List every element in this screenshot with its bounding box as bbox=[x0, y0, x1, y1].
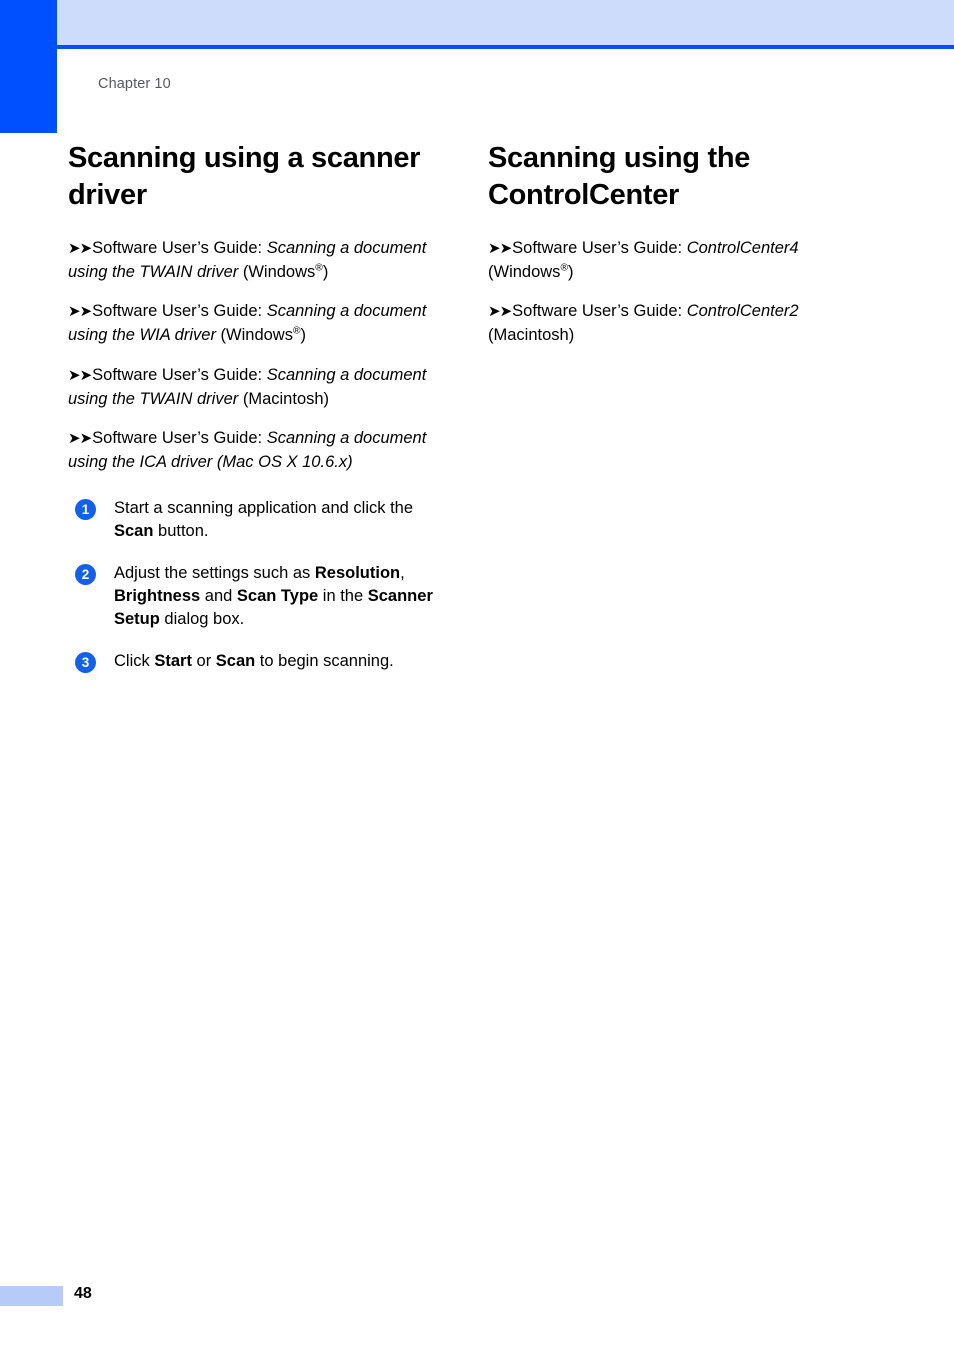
page-number: 48 bbox=[74, 1285, 92, 1302]
double-arrow-icon: ➤➤ bbox=[68, 239, 92, 257]
cross-reference-title: ControlCenter4 bbox=[686, 238, 799, 257]
step-ui-term: Resolution bbox=[314, 563, 401, 582]
step-number-badge: 2 bbox=[75, 563, 96, 585]
step-text-run: Start a scanning application and click t… bbox=[114, 498, 414, 517]
cross-reference-platform: (Windows bbox=[488, 262, 561, 281]
step-item: 1 Start a scanning application and click … bbox=[68, 497, 436, 544]
step-text-run: Click bbox=[114, 651, 155, 670]
chapter-label: Chapter 10 bbox=[98, 76, 171, 92]
cross-reference: ➤➤Software User’s Guide: Scanning a docu… bbox=[68, 363, 436, 412]
cross-reference: ➤➤Software User’s Guide: Scanning a docu… bbox=[68, 426, 436, 475]
step-list: 1 Start a scanning application and click … bbox=[68, 497, 436, 674]
cross-reference-platform-close: ) bbox=[322, 262, 329, 281]
step-text: Start a scanning application and click t… bbox=[114, 499, 413, 540]
step-item: 2 Adjust the settings such as Resolution,… bbox=[68, 562, 436, 632]
right-column: Scanning using the ControlCenter ➤➤Softw… bbox=[488, 140, 856, 363]
footer-accent-bar bbox=[0, 1286, 63, 1306]
step-ui-term: Scan bbox=[114, 522, 154, 541]
header-band bbox=[57, 0, 954, 45]
cross-reference-source: Software User’s Guide: bbox=[92, 429, 267, 448]
double-arrow-icon: ➤➤ bbox=[68, 303, 92, 321]
step-text-run: and bbox=[200, 586, 237, 605]
step-item: 3 Click Start or Scan to begin scanning. bbox=[68, 650, 436, 673]
step-text-run: in the bbox=[318, 586, 368, 605]
double-arrow-icon: ➤➤ bbox=[68, 430, 92, 448]
xref-list-right: ➤➤Software User’s Guide: ControlCenter4 … bbox=[488, 236, 856, 348]
step-ui-term: Brightness bbox=[114, 586, 201, 605]
cross-reference-source: Software User’s Guide: bbox=[92, 302, 267, 321]
step-number-badge: 1 bbox=[75, 498, 96, 520]
cross-reference-platform: (Windows bbox=[215, 326, 293, 345]
double-arrow-icon: ➤➤ bbox=[488, 303, 512, 321]
step-ui-term: Scan Type bbox=[236, 586, 319, 605]
registered-trademark-icon: ® bbox=[560, 262, 568, 274]
cross-reference-source: Software User’s Guide: bbox=[92, 238, 267, 257]
step-text-run: or bbox=[191, 651, 216, 670]
step-text-run: Adjust the settings such as bbox=[114, 563, 315, 582]
xref-list-left: ➤➤Software User’s Guide: Scanning a docu… bbox=[68, 236, 436, 475]
left-column: Scanning using a scanner driver ➤➤Softwa… bbox=[68, 140, 436, 691]
cross-reference: ➤➤Software User’s Guide: ControlCenter4 … bbox=[488, 236, 856, 285]
step-text-run: dialog box. bbox=[159, 610, 245, 629]
cross-reference-platform: (Macintosh) bbox=[488, 326, 575, 345]
cross-reference-platform: (Windows bbox=[238, 262, 316, 281]
step-text-run: to begin scanning. bbox=[255, 651, 394, 670]
step-text: Click Start or Scan to begin scanning. bbox=[114, 652, 394, 670]
step-text-run: , bbox=[400, 563, 405, 582]
page-title-scanner-driver: Scanning using a scanner driver bbox=[68, 142, 421, 211]
step-ui-term: Start bbox=[154, 651, 192, 670]
cross-reference-source: Software User’s Guide: bbox=[512, 302, 687, 321]
page-title-controlcenter: Scanning using the ControlCenter bbox=[488, 142, 751, 211]
cross-reference: ➤➤Software User’s Guide: Scanning a docu… bbox=[68, 299, 436, 348]
cross-reference: ➤➤Software User’s Guide: Scanning a docu… bbox=[68, 236, 436, 285]
chapter-side-tab bbox=[0, 0, 57, 133]
cross-reference-source: Software User’s Guide: bbox=[512, 238, 687, 257]
cross-reference-platform-close: ) bbox=[567, 262, 574, 281]
cross-reference-source: Software User’s Guide: bbox=[92, 365, 267, 384]
step-ui-term: Scan bbox=[215, 651, 256, 670]
cross-reference: ➤➤Software User’s Guide: ControlCenter2 … bbox=[488, 299, 856, 348]
step-text: Adjust the settings such as Resolution, … bbox=[114, 564, 433, 629]
registered-trademark-icon: ® bbox=[292, 325, 301, 337]
cross-reference-title: ControlCenter2 bbox=[686, 302, 799, 321]
cross-reference-platform-close: ) bbox=[300, 326, 307, 345]
header-rule bbox=[57, 45, 954, 49]
double-arrow-icon: ➤➤ bbox=[488, 239, 512, 257]
registered-trademark-icon: ® bbox=[315, 262, 323, 274]
step-number-badge: 3 bbox=[75, 651, 96, 673]
cross-reference-platform: (Macintosh) bbox=[238, 389, 330, 408]
double-arrow-icon: ➤➤ bbox=[68, 366, 92, 384]
step-text-run: button. bbox=[153, 522, 209, 541]
